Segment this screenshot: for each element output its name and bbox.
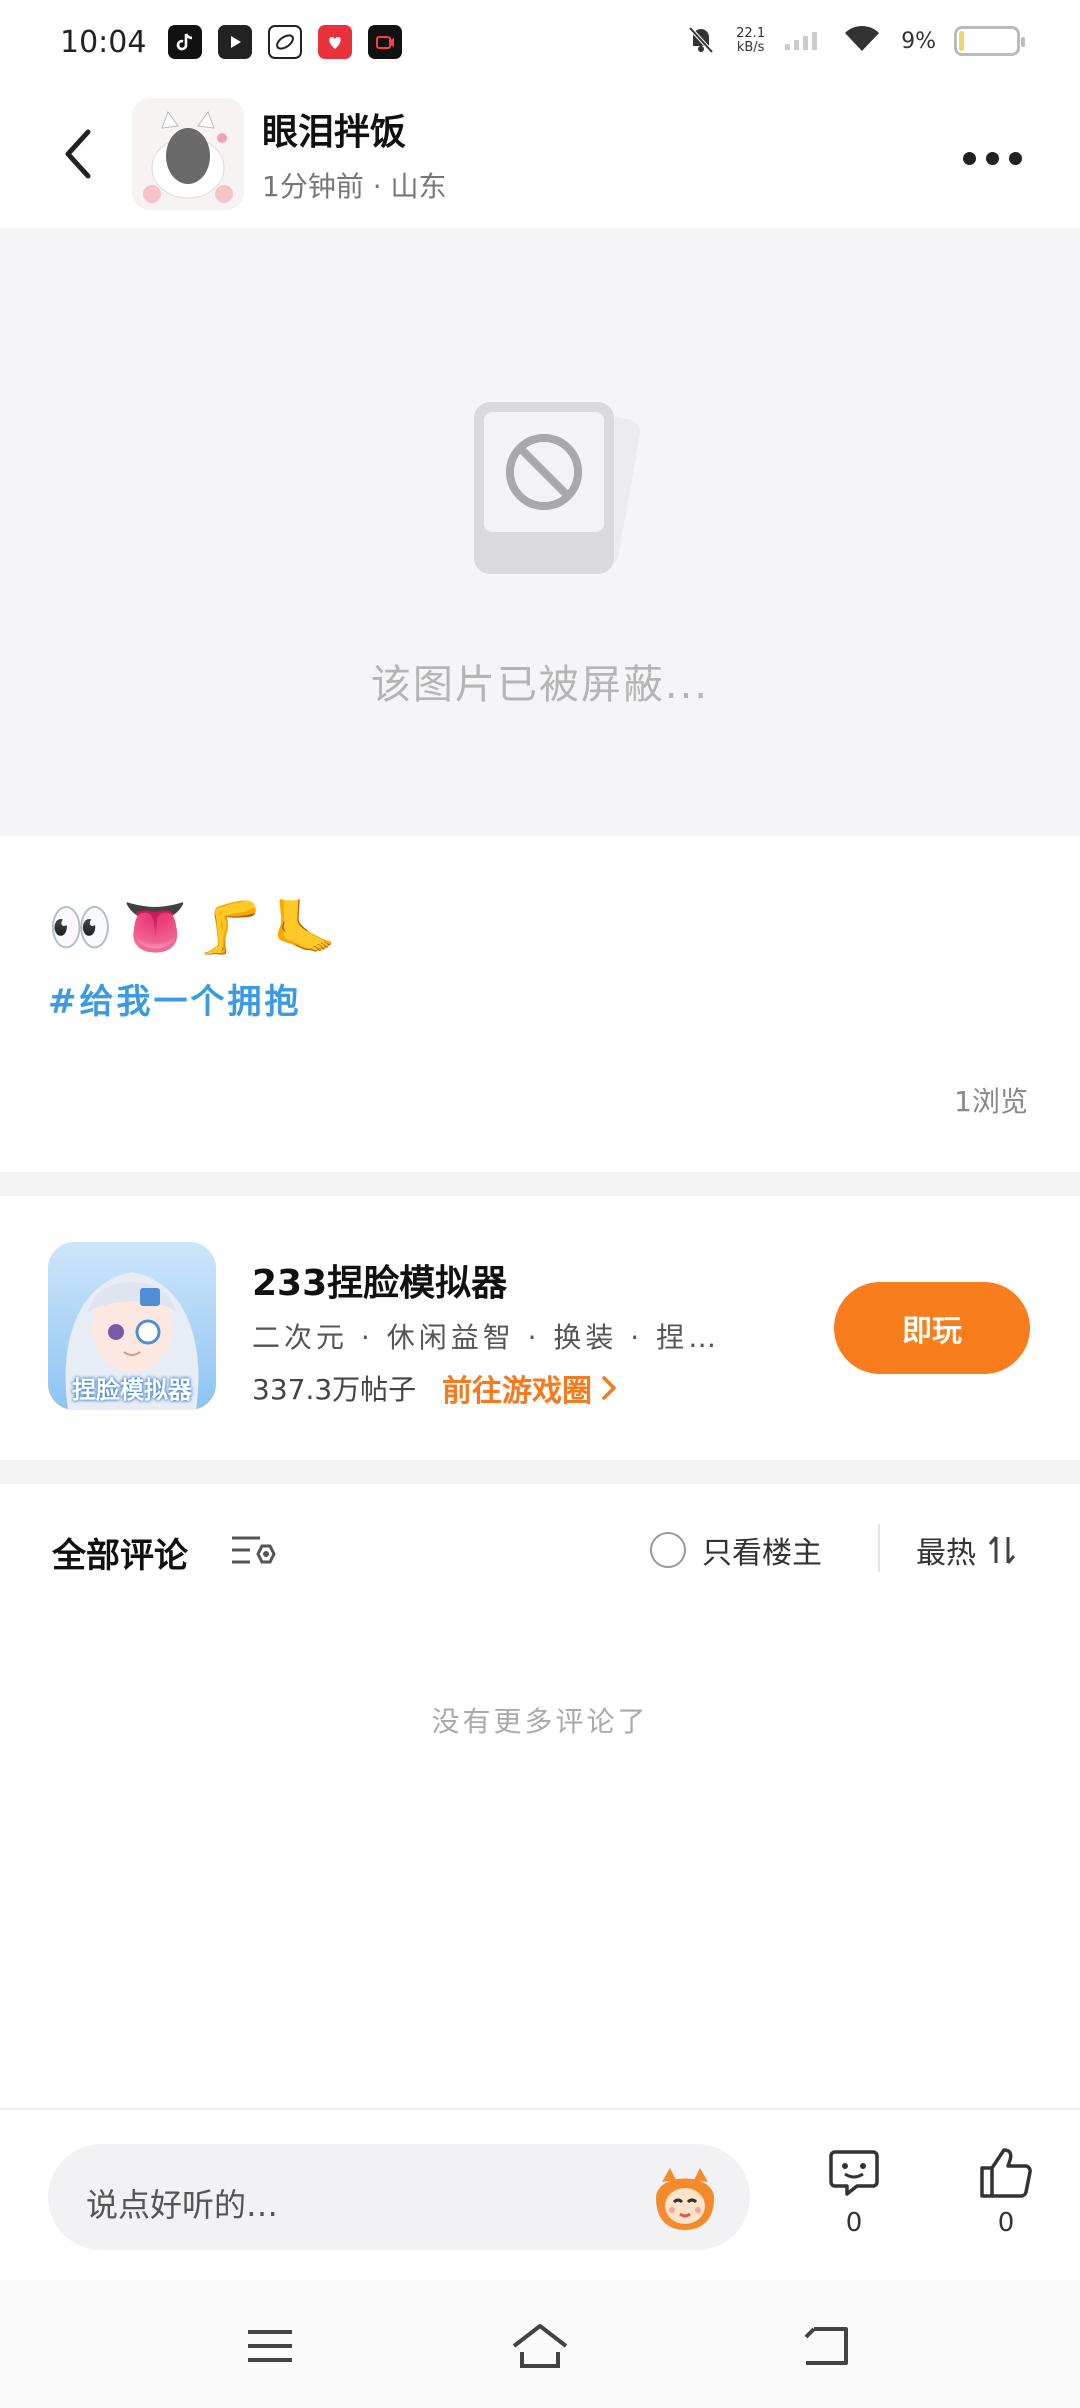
author-info: 眼泪拌饭 1分钟前 · 山东 <box>262 103 447 205</box>
like-action[interactable]: 0 <box>966 2146 1046 2238</box>
comment-filter-icon[interactable] <box>230 1532 278 1572</box>
section-divider <box>0 1460 1080 1484</box>
game-post-count: 337.3万帖子 <box>252 1373 417 1406</box>
system-nav-bar <box>0 2280 1080 2408</box>
game-circle-link-label: 前往游戏圈 <box>442 1374 592 1409</box>
game-icon-label: 捏脸模拟器 <box>72 1376 192 1404</box>
post-meta: 1分钟前 · 山东 <box>262 170 447 203</box>
browser-icon <box>268 25 303 59</box>
network-speed-value: 22.1 <box>736 26 766 41</box>
comment-count: 0 <box>845 2208 863 2238</box>
sort-label: 最热 <box>916 1536 976 1571</box>
thumbs-up-icon <box>980 2148 1032 2198</box>
video-app-icon <box>218 25 253 59</box>
comment-input[interactable]: 说点好听的… <box>48 2144 750 2250</box>
more-dot-icon <box>962 151 976 165</box>
game-circle-link[interactable]: 前往游戏圈 <box>442 1366 618 1410</box>
back-nav-button[interactable] <box>786 2316 866 2376</box>
game-tags: 二次元 · 休闲益智 · 换装 · 捏… <box>252 1321 721 1354</box>
recent-apps-button[interactable] <box>230 2316 310 2376</box>
network-speed: 22.1 kB/s <box>736 27 765 55</box>
cat-avatar-icon <box>132 98 244 210</box>
foot-emoji: 🦶 <box>272 898 337 958</box>
camera-app-icon <box>368 25 403 59</box>
more-dot-icon <box>985 151 999 165</box>
post-emojis: 👀 👅 🦵 🦶 <box>48 898 337 958</box>
mascot-icon[interactable] <box>648 2162 722 2238</box>
home-icon <box>512 2324 568 2368</box>
comment-icon <box>829 2150 879 2196</box>
return-icon <box>804 2327 848 2365</box>
game-title[interactable]: 233捏脸模拟器 <box>252 1254 507 1306</box>
like-count: 0 <box>997 2208 1015 2238</box>
status-bar: 10:04 22.1 kB/s 9% <box>0 0 1080 84</box>
comments-title: 全部评论 <box>52 1536 188 1576</box>
post-body: 👀 👅 🦵 🦶 #给我一个拥抱 1浏览 <box>0 836 1080 1172</box>
back-button[interactable] <box>38 114 118 194</box>
sort-selector[interactable]: 最热 <box>916 1528 1020 1572</box>
header-divider <box>878 1524 880 1572</box>
comments-header: 全部评论 只看楼主 最热 <box>0 1484 1080 1624</box>
post-hashtag[interactable]: #给我一个拥抱 <box>48 974 302 1023</box>
comment-input-placeholder: 说点好听的… <box>86 2186 279 2224</box>
chevron-right-icon <box>602 1376 616 1400</box>
view-count: 1浏览 <box>954 1085 1028 1118</box>
only-owner-radio[interactable] <box>650 1532 686 1568</box>
wifi-icon <box>841 23 883 59</box>
blocked-image-message: 该图片已被屏蔽... <box>370 662 710 708</box>
status-indicators: 22.1 kB/s 9% <box>684 22 1025 60</box>
menu-icon <box>248 2330 292 2362</box>
more-options-button[interactable] <box>952 128 1032 188</box>
leg-emoji: 🦵 <box>197 898 263 958</box>
no-more-comments: 没有更多评论了 <box>431 1705 649 1738</box>
network-speed-unit: kB/s <box>736 40 765 55</box>
post-header: 眼泪拌饭 1分钟前 · 山东 <box>0 84 1080 224</box>
signal-icon <box>783 24 823 58</box>
battery-icon <box>954 26 1025 56</box>
gift-app-icon <box>318 25 353 59</box>
only-owner-toggle[interactable]: 只看楼主 <box>650 1528 822 1572</box>
more-dot-icon <box>1008 151 1022 165</box>
sort-icon <box>988 1536 1016 1564</box>
battery-percent: 9% <box>901 28 936 54</box>
author-avatar[interactable] <box>132 98 244 210</box>
home-button[interactable] <box>500 2316 580 2376</box>
tiktok-icon <box>168 25 203 59</box>
blocked-image-placeholder: 该图片已被屏蔽... <box>0 228 1080 836</box>
chevron-left-icon <box>65 129 91 179</box>
blocked-image-icon <box>440 388 640 582</box>
game-icon[interactable]: 捏脸模拟器 <box>48 1242 216 1410</box>
mute-icon <box>684 22 718 60</box>
game-card[interactable]: 捏脸模拟器 233捏脸模拟器 二次元 · 休闲益智 · 换装 · 捏… 337.… <box>0 1196 1080 1460</box>
only-owner-label: 只看楼主 <box>702 1536 822 1571</box>
battery-fill <box>959 31 964 51</box>
comment-action[interactable]: 0 <box>814 2146 894 2238</box>
eyes-emoji: 👀 <box>48 898 113 958</box>
section-divider <box>0 1172 1080 1196</box>
author-name[interactable]: 眼泪拌饭 <box>262 103 447 155</box>
bottom-action-bar: 说点好听的… 0 0 <box>0 2108 1080 2280</box>
play-button[interactable]: 即玩 <box>834 1282 1030 1374</box>
tongue-emoji: 👅 <box>122 898 188 958</box>
status-time: 10:04 <box>60 24 147 60</box>
